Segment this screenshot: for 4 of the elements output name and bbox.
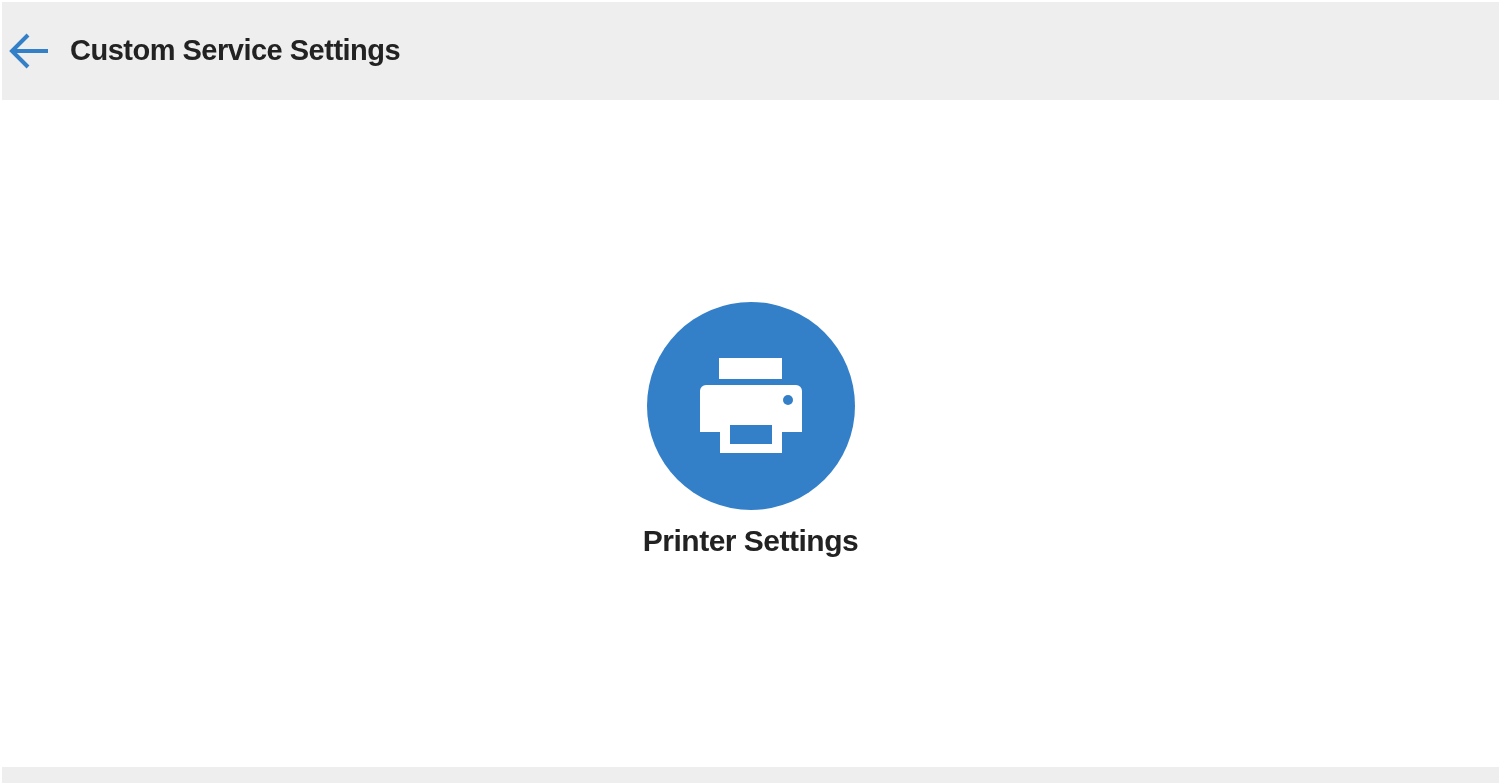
back-arrow-icon xyxy=(8,32,50,70)
back-button[interactable] xyxy=(8,32,50,70)
page-title: Custom Service Settings xyxy=(70,33,401,69)
printer-icon xyxy=(697,358,804,454)
